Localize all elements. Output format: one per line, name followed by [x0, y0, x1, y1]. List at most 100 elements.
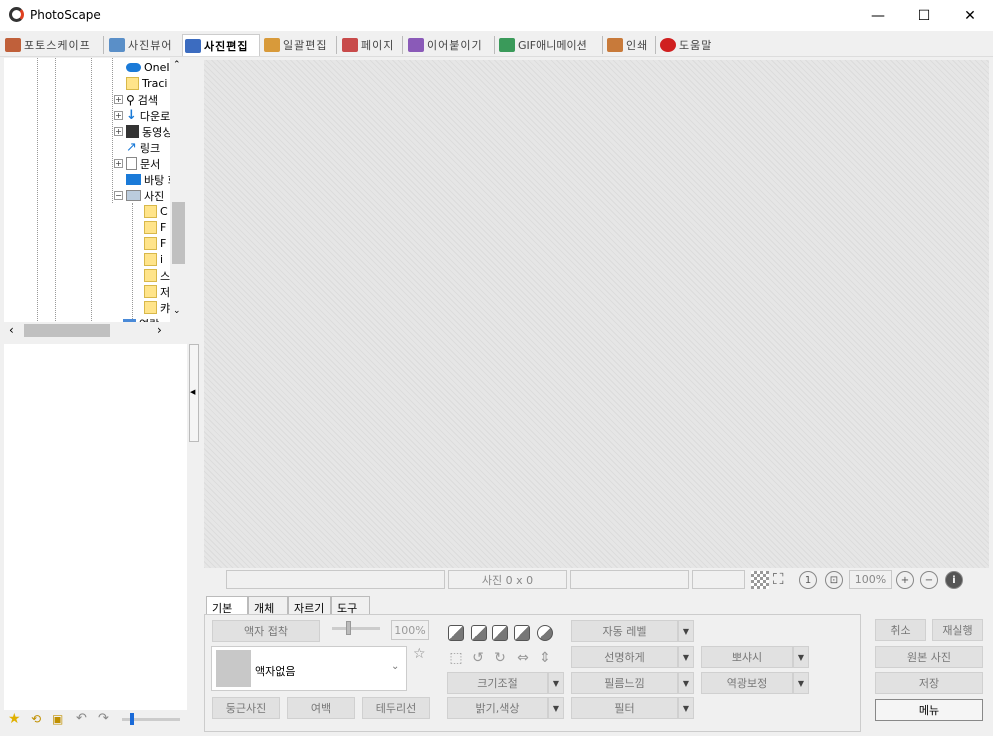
scroll-thumb[interactable]: [172, 202, 185, 264]
brightness-dropdown-icon[interactable]: ▼: [548, 697, 564, 719]
flip-horizontal-icon[interactable]: ⇔: [514, 649, 532, 667]
undo-button[interactable]: 취소: [875, 619, 926, 641]
slider-thumb[interactable]: [346, 621, 351, 635]
favorite-star-icon[interactable]: ☆: [413, 646, 426, 662]
soft-glow-dropdown-icon[interactable]: ▼: [793, 646, 809, 668]
soft-glow-button[interactable]: 뽀샤시: [701, 646, 793, 668]
tree-item[interactable]: + ↓ 다운로: [114, 108, 170, 123]
tab-editor[interactable]: 사진편집: [182, 34, 260, 56]
maximize-button[interactable]: ☐: [901, 0, 947, 31]
scroll-down-icon[interactable]: ⌄: [173, 306, 181, 316]
auto-level-button[interactable]: 자동 레벨: [571, 620, 678, 642]
menu-button[interactable]: 메뉴: [875, 699, 983, 721]
expand-icon[interactable]: +: [114, 127, 123, 136]
scroll-right-icon[interactable]: ›: [157, 323, 162, 337]
tree-item[interactable]: i: [144, 252, 163, 267]
frame-fit-button[interactable]: 액자 접착: [212, 620, 320, 642]
original-photo-button[interactable]: 원본 사진: [875, 646, 983, 668]
tree-item[interactable]: 스: [144, 268, 170, 283]
corner-style-icon[interactable]: [514, 625, 530, 641]
corner-style-icon[interactable]: [471, 625, 487, 641]
filter-button[interactable]: 필터: [571, 697, 678, 719]
scroll-thumb[interactable]: [24, 324, 110, 337]
tab-page[interactable]: 페이지: [340, 34, 394, 56]
thumbnail-size-slider[interactable]: [122, 713, 180, 725]
close-button[interactable]: ✕: [947, 0, 993, 31]
chevron-down-icon[interactable]: ⌄: [391, 661, 399, 672]
transparency-icon[interactable]: [751, 571, 769, 589]
folder-open-icon[interactable]: ▣: [52, 712, 63, 726]
frame-select[interactable]: 액자없음 ⌄: [211, 646, 407, 691]
info-icon[interactable]: i: [945, 571, 963, 589]
folder-tree[interactable]: OneI Traci + ⚲ 검색 + ↓ 다운로 + 동영싱 ↗ 링크 + 문서 바탕 화 …: [4, 58, 187, 323]
redo-button[interactable]: 재실행: [932, 619, 983, 641]
tab-help[interactable]: 도움말: [658, 34, 712, 56]
tab-tools[interactable]: 도구: [331, 596, 370, 615]
tab-crop[interactable]: 자르기: [288, 596, 331, 615]
tree-vertical-scrollbar[interactable]: ⌃ ⌄: [170, 58, 187, 323]
zoom-fit-icon[interactable]: ⊡: [825, 571, 843, 589]
margin-button[interactable]: 여백: [287, 697, 355, 719]
round-photo-button[interactable]: 둥근사진: [212, 697, 280, 719]
tree-item[interactable]: − 사진: [114, 188, 164, 203]
expand-icon[interactable]: +: [114, 95, 123, 104]
zoom-actual-icon[interactable]: 1: [799, 571, 817, 589]
tab-gif[interactable]: GIF애니메이션: [497, 34, 587, 56]
expand-icon[interactable]: +: [114, 111, 123, 120]
thumbnail-list[interactable]: [4, 344, 187, 710]
minimize-button[interactable]: —: [855, 0, 901, 31]
scroll-up-icon[interactable]: ⌃: [173, 60, 181, 70]
tree-item[interactable]: + 동영싱: [114, 124, 172, 139]
tree-horizontal-scrollbar[interactable]: ‹ ›: [4, 322, 187, 339]
rotate-icon[interactable]: ⟲: [31, 712, 41, 726]
border-button[interactable]: 테두리선: [362, 697, 430, 719]
collapse-icon[interactable]: −: [114, 191, 123, 200]
scroll-left-icon[interactable]: ‹: [9, 323, 14, 337]
flip-vertical-icon[interactable]: ⇕: [536, 649, 554, 667]
star-icon[interactable]: ★: [8, 711, 21, 727]
corner-style-icon[interactable]: [492, 625, 508, 641]
backlight-dropdown-icon[interactable]: ▼: [793, 672, 809, 694]
brightness-button[interactable]: 밝기,색상: [447, 697, 548, 719]
sharpen-button[interactable]: 선명하게: [571, 646, 678, 668]
frame-slider[interactable]: [332, 621, 380, 635]
tree-item[interactable]: + 문서: [114, 156, 160, 171]
expand-icon[interactable]: +: [114, 159, 123, 168]
rotate-right-icon[interactable]: ↻: [491, 649, 509, 667]
zoom-out-icon[interactable]: −: [920, 571, 938, 589]
auto-level-dropdown-icon[interactable]: ▼: [678, 620, 694, 642]
collapse-panel-icon[interactable]: ◀: [190, 388, 195, 396]
tree-item[interactable]: OneI: [114, 60, 170, 75]
zoom-in-icon[interactable]: +: [896, 571, 914, 589]
forward-icon[interactable]: ↷: [98, 711, 109, 726]
tree-item[interactable]: + ⚲ 검색: [114, 92, 158, 107]
marquee-icon[interactable]: ⬚: [447, 649, 465, 667]
corner-style-icon[interactable]: [537, 625, 553, 641]
tree-item[interactable]: F: [144, 236, 166, 251]
fit-screen-icon[interactable]: ⛶: [773, 570, 784, 588]
tab-photoscape[interactable]: 포토스케이프: [3, 34, 91, 56]
film-effect-button[interactable]: 필름느낌: [571, 672, 678, 694]
tree-item[interactable]: C: [144, 204, 168, 219]
tab-viewer[interactable]: 사진뷰어: [107, 34, 172, 56]
tab-object[interactable]: 개체: [248, 596, 288, 615]
corner-style-icon[interactable]: [448, 625, 464, 641]
tree-item[interactable]: 바탕 화: [114, 172, 178, 187]
tree-item[interactable]: F: [144, 220, 166, 235]
save-button[interactable]: 저장: [875, 672, 983, 694]
backlight-button[interactable]: 역광보정: [701, 672, 793, 694]
tab-combine[interactable]: 이어붙이기: [406, 34, 483, 56]
image-canvas[interactable]: [204, 60, 989, 568]
tab-batch[interactable]: 일괄편집: [262, 34, 327, 56]
sharpen-dropdown-icon[interactable]: ▼: [678, 646, 694, 668]
resize-button[interactable]: 크기조절: [447, 672, 548, 694]
tab-print[interactable]: 인쇄: [605, 34, 648, 56]
slider-thumb[interactable]: [130, 713, 134, 725]
back-icon[interactable]: ↶: [76, 711, 87, 726]
tree-item[interactable]: ↗ 링크: [114, 140, 160, 155]
resize-dropdown-icon[interactable]: ▼: [548, 672, 564, 694]
filter-dropdown-icon[interactable]: ▼: [678, 697, 694, 719]
rotate-left-icon[interactable]: ↺: [469, 649, 487, 667]
tree-item[interactable]: 저: [144, 284, 170, 299]
tab-basic[interactable]: 기본: [206, 596, 248, 616]
